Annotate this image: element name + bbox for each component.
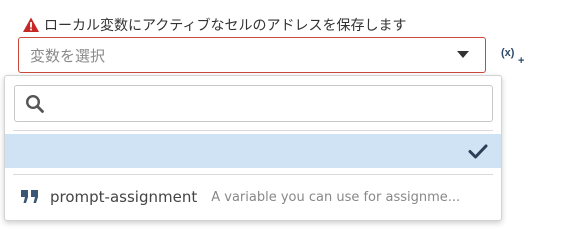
caret-down-icon[interactable] bbox=[449, 51, 477, 59]
option-empty-selected[interactable] bbox=[5, 134, 501, 168]
option-prompt-assignment[interactable]: prompt-assignment A variable you can use… bbox=[5, 180, 501, 214]
search-box[interactable] bbox=[14, 85, 493, 122]
search-icon bbox=[25, 94, 45, 114]
warning-icon bbox=[22, 16, 40, 34]
insert-variable-button[interactable]: (x) + bbox=[500, 42, 526, 66]
quote-icon bbox=[20, 189, 40, 205]
option-description: A variable you can use for assignme... bbox=[211, 189, 461, 205]
field-label: ローカル変数にアクティブなセルのアドレスを保存します bbox=[22, 14, 406, 36]
search-input[interactable] bbox=[51, 87, 492, 120]
variable-select-placeholder: 変数を選択 bbox=[30, 46, 106, 65]
divider bbox=[13, 130, 493, 131]
svg-text:(x): (x) bbox=[501, 47, 515, 59]
check-icon bbox=[468, 143, 488, 159]
variable-dropdown: prompt-assignment A variable you can use… bbox=[4, 75, 502, 221]
divider bbox=[13, 174, 493, 175]
svg-text:+: + bbox=[518, 55, 524, 66]
field-label-text: ローカル変数にアクティブなセルのアドレスを保存します bbox=[44, 18, 407, 34]
insert-variable-icon: (x) + bbox=[501, 47, 524, 66]
variable-select[interactable]: 変数を選択 bbox=[18, 37, 486, 73]
option-name: prompt-assignment bbox=[50, 188, 198, 206]
